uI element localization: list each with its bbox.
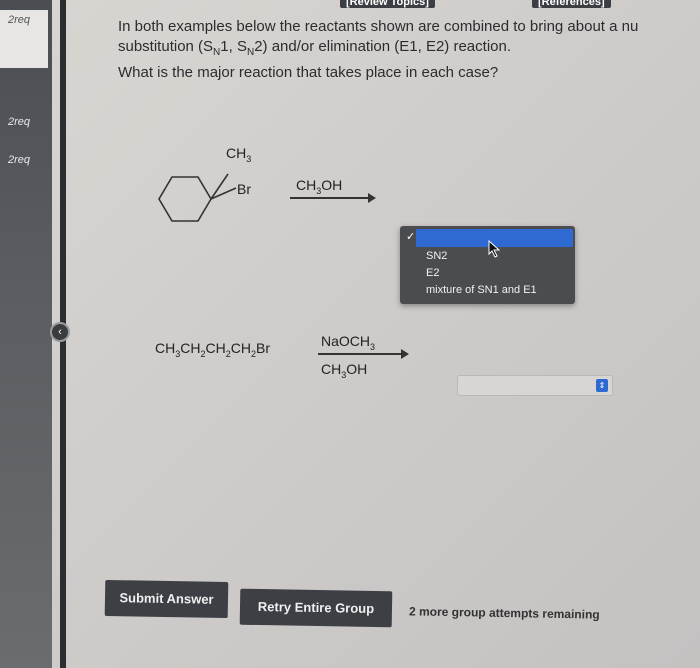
sidebar: 2req 2req 2req — [0, 0, 52, 668]
question-line-1: In both examples below the reactants sho… — [118, 18, 639, 35]
sidebar-item-2req-3[interactable]: 2req — [0, 150, 48, 172]
question-text: In both examples below the reactants sho… — [118, 17, 700, 83]
question-line-2: substitution (SN1, SN2) and/or eliminati… — [118, 38, 511, 58]
cyclohexyl-structure — [158, 173, 237, 222]
retry-entire-group-button[interactable]: Retry Entire Group — [239, 588, 393, 628]
bromo-label: Br — [237, 181, 251, 197]
reagent-bottom-label: CH3OH — [321, 361, 368, 380]
reaction-arrow-1 — [290, 193, 376, 203]
sidebar-item-label: 2req — [8, 14, 31, 26]
option-e2[interactable]: E2 — [426, 267, 439, 279]
solvent-label: CH3OH — [296, 177, 343, 196]
reaction-type-dropdown-2[interactable]: ⇕ — [457, 375, 613, 396]
option-sn2[interactable]: SN2 — [426, 250, 447, 262]
question-line-3: What is the major reaction that takes pl… — [118, 64, 499, 81]
references-link[interactable]: [References] — [532, 0, 611, 8]
attempts-remaining-text: 2 more group attempts remaining — [408, 604, 600, 622]
sidebar-item-2req-1[interactable]: 2req — [0, 10, 48, 68]
cyclohexane-ring — [158, 176, 212, 222]
sidebar-item-label: 2req — [8, 116, 31, 128]
mouse-cursor-icon — [488, 240, 501, 258]
sidebar-item-2req-2[interactable]: 2req — [0, 112, 48, 134]
review-topics-link[interactable]: [Review Topics] — [340, 0, 435, 8]
collapse-sidebar-button[interactable]: ‹ — [50, 322, 70, 342]
methyl-label: CH3 — [226, 145, 252, 164]
reagent-top-label: NaOCH3 — [321, 333, 376, 352]
check-icon: ✓ — [406, 231, 416, 243]
reaction-arrow-2 — [318, 349, 409, 359]
reaction-type-dropdown-1[interactable]: ✓ SN2 E2 mixture of SN1 and E1 — [400, 226, 575, 304]
sidebar-item-label: 2req — [8, 154, 31, 166]
chevron-left-icon: ‹ — [58, 326, 62, 338]
substrate-label: CH3CH2CH2CH2Br — [155, 340, 270, 359]
select-arrows-icon: ⇕ — [596, 379, 608, 392]
option-sn1-e1[interactable]: mixture of SN1 and E1 — [426, 284, 537, 296]
submit-answer-button[interactable]: Submit Answer — [104, 579, 229, 619]
